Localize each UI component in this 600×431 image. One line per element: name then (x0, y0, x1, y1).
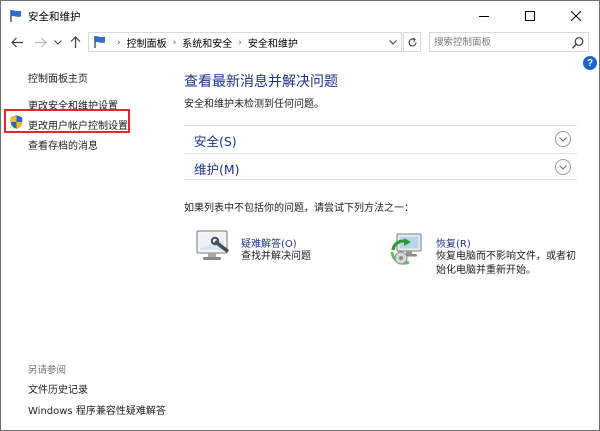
breadcrumb-separator: › (117, 37, 121, 48)
flag-icon (10, 10, 21, 22)
suggestion-text: 如果列表中不包括你的问题，请尝试下列方法之一： (184, 203, 414, 214)
search-icon[interactable] (571, 36, 585, 50)
troubleshooting-description: 查找并解决问题 (241, 251, 311, 262)
program-compatibility-link[interactable]: Windows 程序兼容性疑难解答 (28, 402, 166, 417)
troubleshooting-link[interactable]: 疑难解答(O) (241, 235, 297, 250)
refresh-icon (407, 37, 417, 46)
recovery-description: 恢复电脑而不影响文件，或者初始化电脑并重新开始。 (436, 251, 576, 276)
search-input[interactable] (434, 35, 564, 49)
chevron-down-icon (54, 39, 62, 45)
close-button[interactable] (553, 1, 599, 31)
breadcrumb-security-maintenance[interactable]: 安全和维护 (248, 35, 298, 50)
chevron-down-icon (559, 136, 567, 142)
recovery-link[interactable]: 恢复(R) (436, 235, 471, 250)
see-also-heading: 另请参阅 (28, 365, 67, 376)
breadcrumb-control-panel[interactable]: 控制面板 (127, 35, 167, 50)
arrow-up-icon (70, 35, 80, 48)
highlight-box (4, 109, 130, 133)
expand-maintenance-button[interactable] (555, 159, 571, 175)
maintenance-section-label: 维护(M) (194, 162, 240, 177)
window-title: 安全和维护 (28, 11, 81, 23)
title-bar: 安全和维护 (1, 1, 599, 31)
security-section-label: 安全(S) (194, 134, 237, 149)
maximize-icon (525, 11, 535, 21)
search-box[interactable] (429, 32, 589, 52)
view-archived-messages-link[interactable]: 查看存档的消息 (28, 137, 98, 152)
recovery-icon[interactable] (389, 230, 425, 266)
status-message: 安全和维护未检测到任何问题。 (184, 99, 324, 110)
address-dropdown-button[interactable] (386, 34, 400, 50)
breadcrumb: › 控制面板 › 系统和安全 › 安全和维护 (111, 35, 298, 51)
maintenance-section-header[interactable]: 维护(M) (184, 153, 577, 180)
control-panel-window: 安全和维护 › 控制面板 › 系统和安全 › 安全和维护 搜索控制面板 ? 控制… (0, 0, 600, 431)
maximize-button[interactable] (507, 1, 553, 31)
recent-locations-button[interactable] (53, 33, 63, 51)
expand-security-button[interactable] (555, 131, 571, 147)
flag-icon (94, 36, 105, 48)
close-icon (571, 11, 581, 21)
arrow-right-icon (34, 37, 47, 47)
security-section-header[interactable]: 安全(S) (184, 125, 577, 152)
forward-button[interactable] (32, 33, 48, 51)
up-button[interactable] (67, 33, 83, 51)
breadcrumb-separator: › (238, 37, 242, 48)
minimize-button[interactable] (461, 1, 507, 31)
file-history-link[interactable]: 文件历史记录 (28, 381, 88, 396)
troubleshooting-icon[interactable] (194, 228, 232, 264)
page-title: 查看最新消息并解决问题 (184, 74, 338, 90)
address-bar[interactable]: › 控制面板 › 系统和安全 › 安全和维护 (88, 32, 402, 52)
arrow-left-icon (10, 37, 23, 47)
breadcrumb-system-security[interactable]: 系统和安全 (182, 35, 232, 50)
refresh-button[interactable] (403, 32, 421, 52)
control-panel-home-link[interactable]: 控制面板主页 (28, 70, 88, 85)
breadcrumb-separator: › (172, 37, 177, 48)
chevron-down-icon (389, 39, 397, 45)
back-button[interactable] (9, 33, 25, 51)
minimize-icon (479, 16, 489, 17)
help-icon[interactable]: ? (583, 56, 597, 70)
chevron-down-icon (559, 164, 567, 170)
